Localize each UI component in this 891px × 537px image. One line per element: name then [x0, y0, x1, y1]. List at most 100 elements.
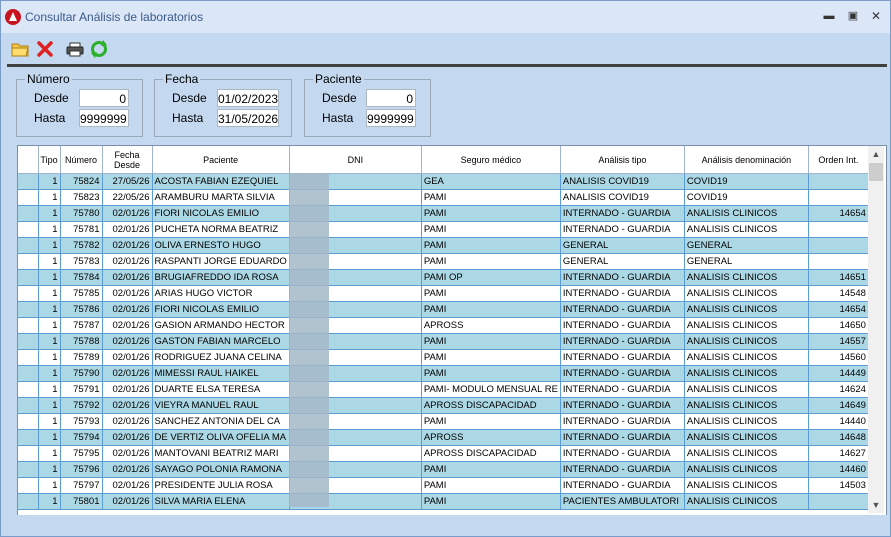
row-indicator-cell[interactable] [18, 349, 39, 366]
table-row[interactable]: 1 75792 02/01/26 VIEYRA MANUEL RAUL APROSS D… [18, 397, 869, 414]
fecha-desde-label: Desde [172, 91, 207, 105]
maximize-icon[interactable]: ▣ [845, 8, 861, 24]
table-row[interactable]: 1 75824 27/05/26 ACOSTA FABIAN EZEQUIEL GEA A… [18, 173, 869, 190]
minimize-icon[interactable]: ▬ [821, 8, 837, 24]
scroll-up-icon[interactable]: ▲ [868, 146, 884, 162]
row-indicator-cell[interactable] [18, 477, 39, 494]
row-indicator-cell[interactable] [18, 333, 39, 350]
paciente-filter-group: Paciente Desde 0 Hasta 9999999 [304, 72, 431, 137]
cell-seguro: PAMI [421, 301, 561, 318]
column-header-paciente[interactable]: Paciente [152, 146, 290, 174]
column-header-fecha-desde[interactable]: Fecha Desde [102, 146, 153, 174]
cell-seguro: PAMI [421, 285, 561, 302]
row-indicator-cell[interactable] [18, 301, 39, 318]
cell-tipo: 1 [38, 493, 61, 510]
table-row[interactable]: 1 75782 02/01/26 OLIVA ERNESTO HUGO PAMI GENE… [18, 237, 869, 254]
row-indicator-cell[interactable] [18, 285, 39, 302]
column-header-dni[interactable]: DNI [289, 146, 422, 174]
row-indicator-cell[interactable] [18, 173, 39, 190]
row-indicator-cell[interactable] [18, 365, 39, 382]
cell-numero: 75785 [60, 285, 103, 302]
printer-icon[interactable] [65, 39, 85, 59]
table-row[interactable]: 1 75801 02/01/26 SILVA MARIA ELENA PAMI PACIE… [18, 493, 869, 510]
cell-seguro: PAMI [421, 349, 561, 366]
table-row[interactable]: 1 75795 02/01/26 MANTOVANI BEATRIZ MARI APRO… [18, 445, 869, 462]
table-row[interactable]: 1 75791 02/01/26 DUARTE ELSA TERESA PAMI- MO… [18, 381, 869, 398]
table-row[interactable]: 1 75786 02/01/26 FIORI NICOLAS EMILIO PAMI IN… [18, 301, 869, 318]
row-indicator-cell[interactable] [18, 413, 39, 430]
table-row[interactable]: 1 75788 02/01/26 GASTON FABIAN MARCELO PAMI I… [18, 333, 869, 350]
row-indicator-cell[interactable] [18, 445, 39, 462]
table-row[interactable]: 1 75784 02/01/26 BRUGIAFREDDO IDA ROSA PAMI … [18, 269, 869, 286]
cell-analisis-tipo: INTERNADO - GUARDIA [560, 333, 685, 350]
column-header-analisis-tipo[interactable]: Análisis tipo [560, 146, 685, 174]
cell-orden-int [808, 493, 869, 510]
cell-fecha: 27/05/26 [102, 173, 153, 190]
open-folder-icon[interactable] [11, 39, 31, 59]
cell-fecha: 02/01/26 [102, 253, 153, 270]
toolbar-separator [7, 64, 887, 67]
column-header-seguro-medico[interactable]: Seguro médico [421, 146, 561, 174]
cell-orden-int: 14649 [808, 397, 869, 414]
table-row[interactable]: 1 75787 02/01/26 GASION ARMANDO HECTOR APROS… [18, 317, 869, 334]
paciente-legend: Paciente [313, 72, 364, 86]
cell-analisis-denominacion: ANALISIS CLINICOS [684, 493, 809, 510]
row-indicator-cell[interactable] [18, 381, 39, 398]
paciente-desde-input[interactable]: 0 [366, 89, 416, 107]
cell-tipo: 1 [38, 461, 61, 478]
table-row[interactable]: 1 75793 02/01/26 SANCHEZ ANTONIA DEL CA PAMI… [18, 413, 869, 430]
fecha-hasta-input[interactable]: 31/05/2026 [217, 109, 279, 127]
cell-tipo: 1 [38, 445, 61, 462]
table-row[interactable]: 1 75797 02/01/26 PRESIDENTE JULIA ROSA PAMI I… [18, 477, 869, 494]
table-row[interactable]: 1 75789 02/01/26 RODRIGUEZ JUANA CELINA PAMI… [18, 349, 869, 366]
cell-paciente: FIORI NICOLAS EMILIO [152, 301, 290, 318]
cell-tipo: 1 [38, 285, 61, 302]
cell-seguro: PAMI [421, 333, 561, 350]
cell-fecha: 02/01/26 [102, 269, 153, 286]
cell-paciente: ARAMBURU MARTA SILVIA [152, 189, 290, 206]
cell-fecha: 02/01/26 [102, 349, 153, 366]
column-header-analisis-denominacion[interactable]: Análisis denominación [684, 146, 809, 174]
column-header-numero[interactable]: Número [60, 146, 103, 174]
numero-hasta-input[interactable]: 9999999 [79, 109, 129, 127]
delete-icon[interactable] [35, 39, 55, 59]
cell-analisis-tipo: INTERNADO - GUARDIA [560, 381, 685, 398]
close-window-icon[interactable]: ✕ [868, 8, 884, 24]
row-indicator-cell[interactable] [18, 269, 39, 286]
row-indicator-cell[interactable] [18, 397, 39, 414]
vertical-scrollbar[interactable]: ▲ ▼ [868, 146, 884, 513]
row-indicator-cell[interactable] [18, 429, 39, 446]
row-indicator-cell[interactable] [18, 189, 39, 206]
row-indicator-cell[interactable] [18, 493, 39, 510]
row-indicator-cell[interactable] [18, 205, 39, 222]
row-indicator-cell[interactable] [18, 221, 39, 238]
table-row[interactable]: 1 75823 22/05/26 ARAMBURU MARTA SILVIA PAMI A… [18, 189, 869, 206]
fecha-desde-input[interactable]: 01/02/2023 [217, 89, 279, 107]
paciente-hasta-input[interactable]: 9999999 [366, 109, 416, 127]
table-row[interactable]: 1 75780 02/01/26 FIORI NICOLAS EMILIO PAMI IN… [18, 205, 869, 222]
table-row[interactable]: 1 75783 02/01/26 RASPANTI JORGE EDUARDO PAMI… [18, 253, 869, 270]
cell-analisis-tipo: INTERNADO - GUARDIA [560, 221, 685, 238]
cell-tipo: 1 [38, 173, 61, 190]
table-row[interactable]: 1 75790 02/01/26 MIMESSI RAUL HAIKEL PAMI INT… [18, 365, 869, 382]
column-header-tipo[interactable]: Tipo [38, 146, 61, 174]
cell-numero: 75789 [60, 349, 103, 366]
row-indicator-cell[interactable] [18, 317, 39, 334]
scroll-thumb[interactable] [869, 163, 883, 181]
column-header-orden-int[interactable]: Orden Int. [808, 146, 869, 174]
cell-analisis-tipo: INTERNADO - GUARDIA [560, 269, 685, 286]
numero-desde-input[interactable]: 0 [79, 89, 129, 107]
table-row[interactable]: 1 75796 02/01/26 SAYAGO POLONIA RAMONA PAMI I… [18, 461, 869, 478]
table-row[interactable]: 1 75781 02/01/26 PUCHETA NORMA BEATRIZ PAMI I… [18, 221, 869, 238]
row-indicator-cell[interactable] [18, 461, 39, 478]
table-row[interactable]: 1 75794 02/01/26 DE VERTIZ OLIVA OFELIA MA A… [18, 429, 869, 446]
table-row[interactable]: 1 75785 02/01/26 ARIAS HUGO VICTOR PAMI INTER… [18, 285, 869, 302]
cell-tipo: 1 [38, 237, 61, 254]
cell-paciente: OLIVA ERNESTO HUGO [152, 237, 290, 254]
row-indicator-cell[interactable] [18, 237, 39, 254]
results-grid[interactable]: Tipo Número Fecha Desde Paciente DNI Seg… [17, 145, 887, 516]
refresh-icon[interactable] [89, 39, 109, 59]
row-indicator-cell[interactable] [18, 253, 39, 270]
cell-paciente: DUARTE ELSA TERESA [152, 381, 290, 398]
scroll-down-icon[interactable]: ▼ [868, 497, 884, 513]
